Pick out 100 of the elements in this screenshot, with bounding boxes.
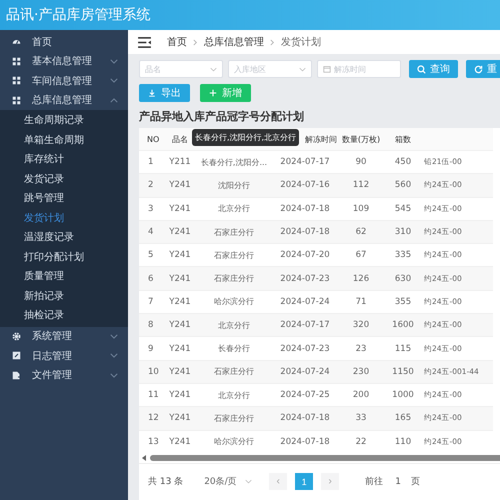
table-cell: 石家庄分行: [197, 266, 271, 290]
submenu-item[interactable]: 新拍记录: [0, 286, 128, 306]
column-header: 解冻时间: [305, 134, 337, 144]
table-cell: 320: [339, 314, 383, 337]
table-cell: 2024-07-16: [271, 174, 339, 198]
grid-icon: [12, 96, 21, 105]
table-title: 产品异地入库产品冠字号分配计划: [139, 109, 305, 124]
menu-label: 日志管理: [32, 350, 73, 363]
table-cell: 126: [339, 266, 383, 290]
table-cell: 33: [339, 406, 383, 430]
table-cell: 北京分行: [197, 314, 271, 337]
gauge-icon: [12, 37, 21, 46]
goto-label: 前往: [365, 476, 384, 488]
grid-icon: [12, 76, 21, 86]
table-cell: Y241: [163, 266, 197, 290]
table-cell: 1150: [383, 360, 423, 384]
menu-item[interactable]: 车间信息管理: [0, 71, 128, 90]
table-cell: Y241: [163, 220, 197, 244]
table-cell: 110: [383, 430, 423, 453]
table-cell: Y241: [163, 314, 197, 337]
total-count: 共 13 条: [148, 476, 184, 488]
refresh-icon: [474, 64, 483, 74]
file-icon: [12, 370, 21, 380]
table-cell: 22: [339, 430, 383, 453]
submenu-item[interactable]: 打印分配计划: [0, 248, 128, 267]
search-icon: [417, 64, 426, 74]
submenu-item[interactable]: 库存统计: [0, 150, 128, 170]
menu-label: 车间信息管理: [32, 74, 93, 88]
submenu-item[interactable]: 单箱生命周期: [0, 130, 128, 150]
page-size-select[interactable]: 20条/页: [199, 472, 258, 492]
submenu-item[interactable]: 生命周期记录: [0, 111, 128, 130]
table-cell: 2024-07-18: [271, 220, 339, 244]
submenu-item[interactable]: 抽检记录: [0, 306, 128, 326]
chevron-icon: [245, 479, 252, 484]
table-cell: 1600: [383, 314, 423, 337]
table-cell: 4: [139, 220, 163, 244]
table-cell: 10: [139, 360, 163, 384]
submenu-item[interactable]: 发货计划: [0, 208, 128, 228]
table-cell: 230: [339, 360, 383, 384]
table-cell: 2024-07-18: [271, 430, 339, 453]
table-cell: 62: [339, 220, 383, 244]
table-cell: 6: [139, 266, 163, 290]
menu-icon[interactable]: [138, 36, 151, 48]
plus-icon: [209, 89, 217, 97]
page-input[interactable]: 1: [395, 476, 401, 487]
table-cell: Y241: [163, 430, 197, 453]
table-cell: 2: [139, 174, 163, 198]
table-cell: 310: [383, 220, 423, 244]
submenu-item[interactable]: 质量管理: [0, 267, 128, 286]
note-icon: [12, 351, 21, 360]
table-cell: 沈阳分行: [197, 174, 271, 198]
submenu-item[interactable]: 温湿度记录: [0, 228, 128, 248]
menu-item[interactable]: 总库信息管理: [0, 90, 128, 110]
column-header: 品名: [172, 134, 188, 144]
menu-label: 基本信息管理: [32, 54, 93, 68]
chevron-icon: [193, 38, 198, 46]
table-cell: 630: [383, 266, 423, 290]
settings-icon: [12, 332, 21, 341]
table-cell: 哈尔滨分行: [197, 430, 271, 453]
table-cell: Y241: [163, 406, 197, 430]
table-cell: 2024-07-23: [271, 266, 339, 290]
menu-item[interactable]: 基本信息管理: [0, 52, 128, 71]
column-header: 箱数: [395, 134, 411, 144]
table-cell: Y241: [163, 360, 197, 384]
tooltip: 长春分行,沈阳分行,北京分行: [192, 129, 300, 146]
table-cell: 560: [383, 174, 423, 198]
menu-item[interactable]: 系统管理: [0, 326, 128, 346]
menu-item[interactable]: 日志管理: [0, 346, 128, 366]
chevron-icon: [299, 66, 306, 72]
table-cell: 2024-07-24: [271, 360, 339, 384]
breadcrumb-link[interactable]: 首页: [167, 35, 187, 49]
page-unit: 页: [410, 476, 420, 488]
table-cell: 石家庄分行: [197, 220, 271, 244]
table-cell: Y241: [163, 174, 197, 198]
column-header: NO: [147, 134, 160, 144]
submenu-item[interactable]: 跳号管理: [0, 189, 128, 208]
table-cell: 石家庄分行: [197, 406, 271, 430]
column-header: 数量(万枚): [342, 134, 380, 144]
table-cell: 2024-07-17: [271, 314, 339, 337]
table-cell: 2024-07-18: [271, 406, 339, 430]
download-icon: [148, 89, 156, 97]
chevron-icon: [210, 66, 217, 72]
submenu-item[interactable]: 发货记录: [0, 170, 128, 189]
menu-item[interactable]: 首页: [0, 32, 128, 52]
app-title: 品讯·产品库房管理系统: [6, 6, 150, 24]
calendar-icon: [323, 65, 331, 73]
menu-label: 文件管理: [32, 368, 73, 382]
table-cell: 13: [139, 430, 163, 453]
table-cell: 8: [139, 314, 163, 337]
menu-label: 系统管理: [32, 330, 73, 344]
breadcrumb-link[interactable]: 总库信息管理: [204, 35, 264, 49]
grid-icon: [12, 56, 21, 66]
chevron-icon: [270, 38, 275, 46]
table-cell: 12: [139, 406, 163, 430]
menu-label: 总库信息管理: [32, 94, 93, 108]
table-cell: 165: [383, 406, 423, 430]
table-cell: 112: [339, 174, 383, 198]
menu-item[interactable]: 文件管理: [0, 366, 128, 385]
menu-label: 首页: [32, 36, 53, 49]
table-cell: 石家庄分行: [197, 360, 271, 384]
